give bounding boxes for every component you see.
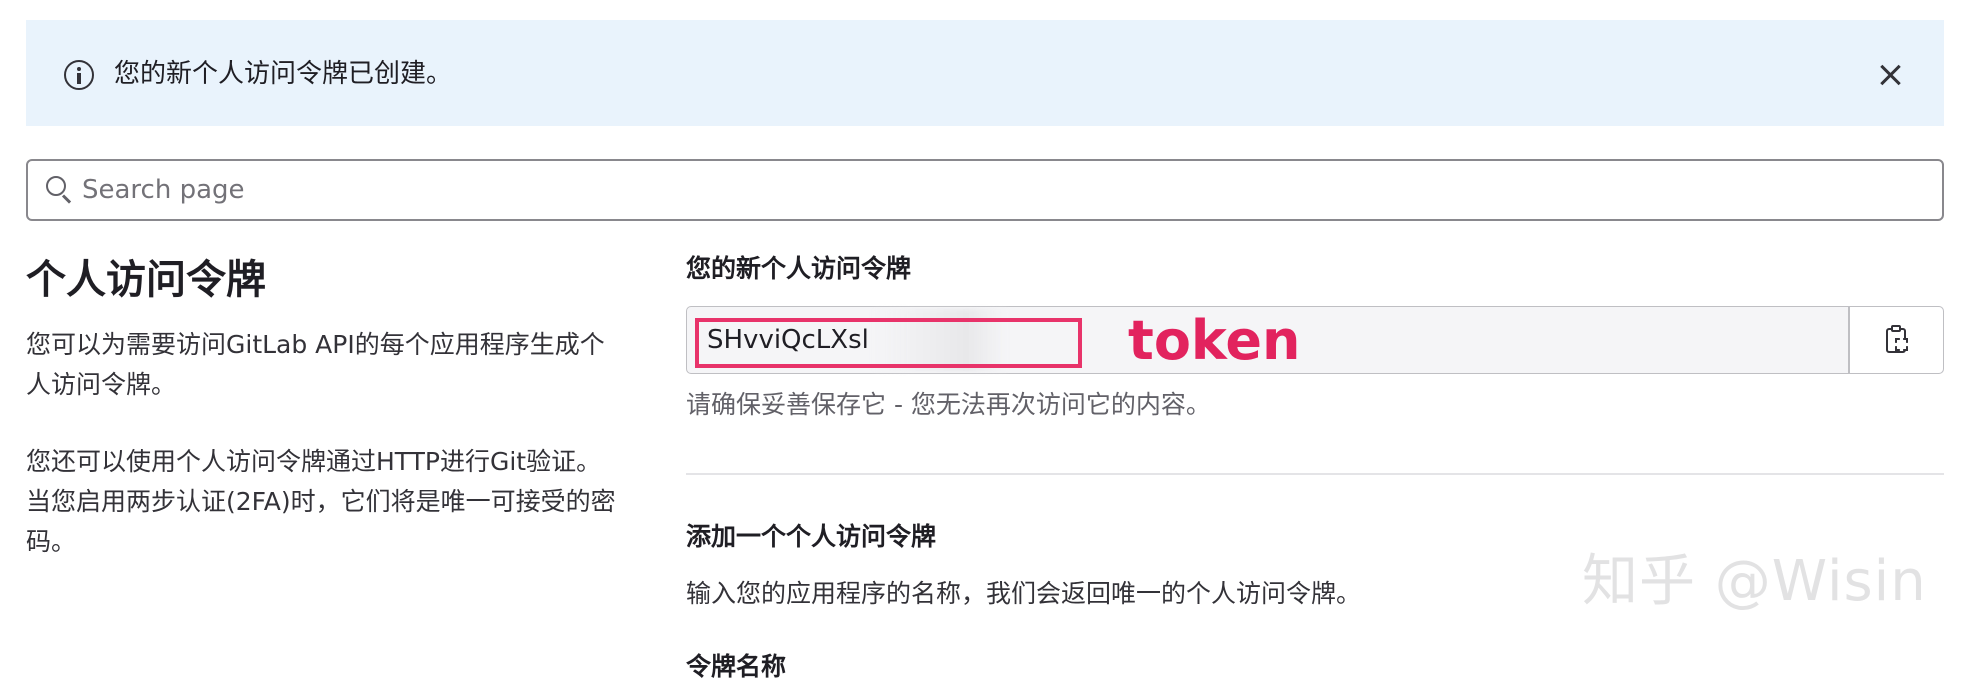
new-token-label: 您的新个人访问令牌: [686, 254, 912, 283]
section-divider: [686, 473, 1944, 475]
description-paragraph-2: 您还可以使用个人访问令牌通过HTTP进行Git验证。 当您启用两步认证(2FA)…: [26, 447, 616, 556]
info-circle-icon: [64, 60, 94, 90]
copy-token-button[interactable]: [1850, 307, 1943, 373]
token-name-label: 令牌名称: [686, 652, 787, 681]
add-token-heading: 添加一个个人访问令牌: [686, 522, 937, 551]
search-icon: [46, 176, 74, 204]
copy-to-clipboard-icon: [1886, 325, 1908, 353]
search-box[interactable]: [26, 159, 1944, 221]
watermark: 知乎 @Wisin: [1582, 549, 1927, 614]
token-help-text: 请确保妥善保存它 - 您无法再次访问它的内容。: [686, 390, 1211, 419]
search-input[interactable]: [82, 169, 1922, 211]
description-paragraph-1: 您可以为需要访问GitLab API的每个应用程序生成个人访问令牌。: [26, 330, 605, 399]
page-title: 个人访问令牌: [26, 257, 266, 303]
token-annotation-label: token: [1128, 309, 1301, 372]
add-token-description: 输入您的应用程序的名称，我们会返回唯一的个人访问令牌。: [686, 579, 1362, 608]
close-icon[interactable]: [1876, 60, 1906, 90]
alert-message: 您的新个人访问令牌已创建。: [114, 59, 453, 89]
token-highlight-annotation: [695, 318, 1082, 368]
